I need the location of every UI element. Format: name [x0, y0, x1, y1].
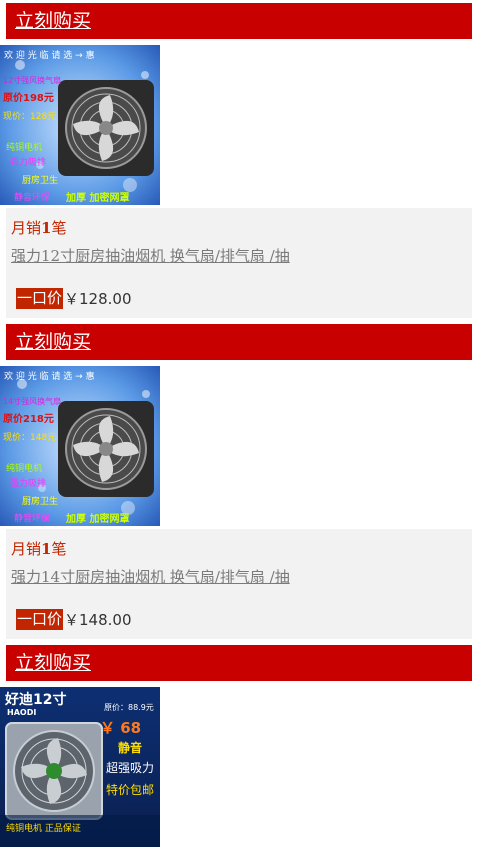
buy-now-button[interactable]: 立刻购买	[6, 324, 472, 360]
monthly-sales: 月销1笔	[11, 219, 67, 237]
price-row: 一口价 ￥148.00	[16, 608, 132, 630]
product-info-panel: 月销1笔 强力14寸厨房抽油烟机 换气扇/排气扇 /抽 一口价 ￥148.00	[6, 529, 472, 639]
price-row: 一口价 ￥128.00	[16, 287, 132, 309]
product-title-link[interactable]: 强力12寸厨房抽油烟机 换气扇/排气扇 /抽	[11, 245, 290, 266]
product-thumbnail[interactable]: 好迪12寸 HAODI 原价：88.9元 ￥ 68 静音 超强吸力 特价包邮 纯…	[0, 687, 160, 847]
product-title-link[interactable]: 强力14寸厨房抽油烟机 换气扇/排气扇 /抽	[11, 566, 290, 587]
buy-now-button[interactable]: 立刻购买	[6, 645, 472, 681]
product-price: ￥128.00	[64, 289, 132, 308]
product-info-panel: 月销1笔 强力12寸厨房抽油烟机 换气扇/排气扇 /抽 一口价 ￥128.00	[6, 208, 472, 318]
product-price: ￥148.00	[64, 610, 132, 629]
monthly-sales: 月销1笔	[11, 540, 67, 558]
fixed-price-badge: 一口价	[16, 608, 64, 630]
product-thumbnail[interactable]: 欢 迎 光 临 请 选 → 惠 12寸强风换气扇 原价198元 现价：128元 …	[0, 45, 160, 205]
product-thumbnail[interactable]: 欢 迎 光 临 请 选 → 惠 14寸强风换气扇 原价218元 现价：148元 …	[0, 366, 160, 526]
fixed-price-badge: 一口价	[16, 287, 64, 309]
buy-now-button[interactable]: 立刻购买	[6, 3, 472, 39]
